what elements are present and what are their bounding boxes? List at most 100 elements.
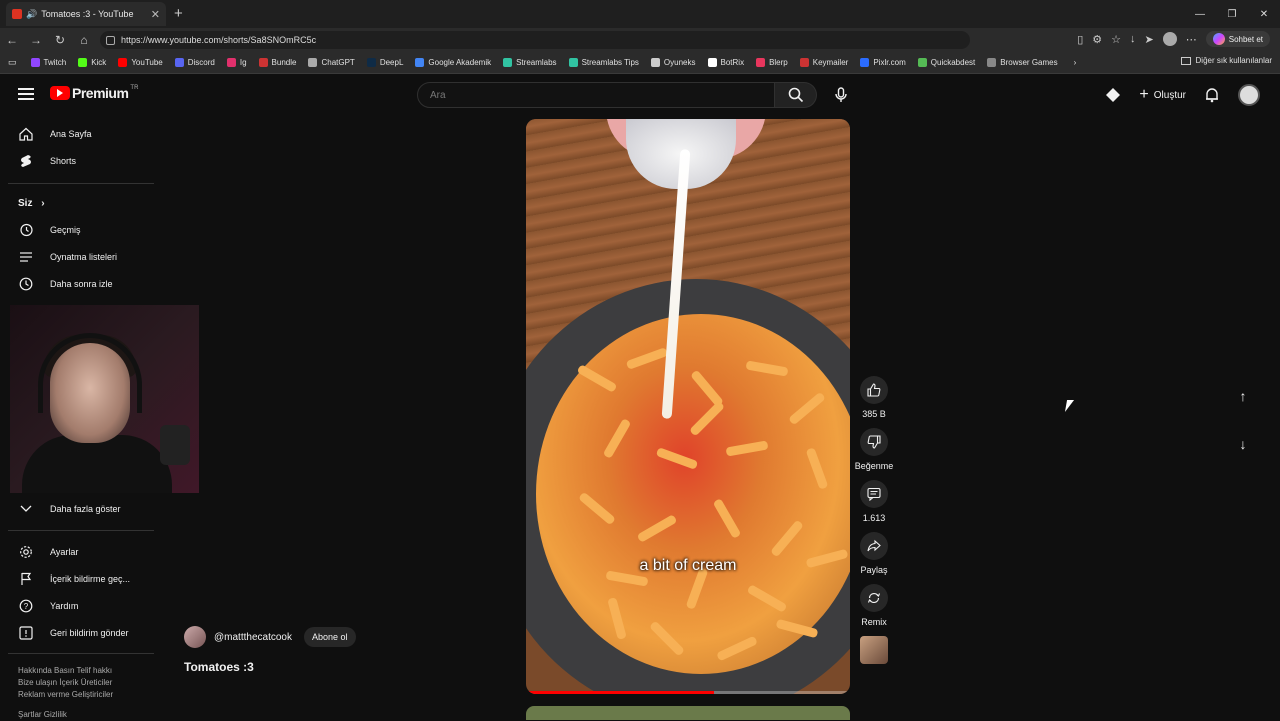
channel-avatar-small[interactable] <box>184 626 206 648</box>
section-title: Siz <box>18 198 33 209</box>
subscribe-button[interactable]: Abone ol <box>303 627 356 647</box>
next-short-arrow-down-icon[interactable]: ↓ <box>1230 431 1256 457</box>
next-short-preview[interactable] <box>526 706 850 720</box>
bookmark-browser-games[interactable]: Browser Games <box>987 58 1058 67</box>
penne-piece <box>607 597 627 640</box>
bookmark-oyuneks[interactable]: Oyuneks <box>650 58 696 67</box>
channel-avatar[interactable] <box>860 636 888 664</box>
footer-line[interactable]: Hakkında Basın Telif hakkı <box>18 665 148 677</box>
sidebar-item-help[interactable]: ? Yardım <box>0 593 160 619</box>
bookmark-botrix[interactable]: BotRix <box>707 58 744 67</box>
browser-tab-bar: 🔊 Tomatoes :3 - YouTube ✕ + — ❐ ✕ <box>0 0 1280 28</box>
reload-icon[interactable]: ↻ <box>48 33 72 47</box>
bookmark-label: DeepL <box>379 58 404 67</box>
folder-icon <box>1180 56 1191 65</box>
minimize-icon[interactable]: — <box>1184 0 1216 28</box>
bookmark-discord[interactable]: Discord <box>174 58 215 67</box>
sidebar-item-shorts[interactable]: Shorts <box>0 148 160 174</box>
plus-icon: + <box>1139 86 1149 103</box>
bookmark-quickabdest[interactable]: Quickabdest <box>917 58 975 67</box>
sidebar-item-history[interactable]: Geçmiş <box>0 217 160 243</box>
bookmark-chatgpt[interactable]: ChatGPT <box>308 58 355 67</box>
more-icon[interactable]: ⋯ <box>1186 33 1197 46</box>
bookmark-streamlabs[interactable]: Streamlabs <box>503 58 557 67</box>
webcam-body <box>22 435 172 493</box>
share-icon[interactable]: ➤ <box>1145 33 1154 46</box>
bookmark-deepl[interactable]: DeepL <box>366 58 404 67</box>
close-tab-icon[interactable]: ✕ <box>151 8 160 21</box>
penne-piece <box>770 519 804 558</box>
voice-search-button[interactable] <box>832 85 850 105</box>
gear-icon <box>18 544 34 560</box>
search-input[interactable]: Ara <box>417 82 775 108</box>
youtube-premium-logo[interactable]: Premium TR <box>50 85 138 101</box>
bookmark-keymailer[interactable]: Keymailer <box>799 58 848 67</box>
extensions-icon[interactable]: ⚙ <box>1092 33 1102 46</box>
bookmark-ig[interactable]: Ig <box>226 58 247 67</box>
notifications-bell-icon[interactable] <box>1204 87 1220 103</box>
penne-piece <box>636 514 678 543</box>
more-bookmarks-chevron-icon[interactable]: › <box>1074 58 1077 67</box>
thumbs-up-icon <box>860 376 888 404</box>
back-icon[interactable]: ← <box>0 33 24 47</box>
sidebar-divider <box>8 653 154 654</box>
new-tab-icon[interactable]: + <box>174 5 183 22</box>
dislike-button[interactable]: Beğenme <box>852 428 896 471</box>
sidebar-item-home[interactable]: Ana Sayfa <box>0 121 160 147</box>
copilot-button[interactable]: Sohbet et <box>1205 31 1270 47</box>
bookmarks-toggle-icon[interactable]: ▭ <box>8 57 17 68</box>
footer-line[interactable]: Reklam verme Geliştiriciler <box>18 689 148 701</box>
bookmark-blerp[interactable]: Blerp <box>756 58 788 67</box>
sidebar-item-report-history[interactable]: İçerik bildirme geç... <box>0 566 160 592</box>
previous-short-arrow-up-icon[interactable]: ↑ <box>1230 383 1256 409</box>
penne-piece <box>625 347 669 370</box>
search-button[interactable] <box>775 82 817 108</box>
bookmark-favicon-icon <box>860 58 870 67</box>
restore-icon[interactable]: ❐ <box>1216 0 1248 28</box>
bookmark-streamlabs-tips[interactable]: Streamlabs Tips <box>568 58 639 67</box>
sidebar-show-more[interactable]: Daha fazla göster <box>0 496 160 522</box>
address-bar[interactable]: https://www.youtube.com/shorts/Sa8SNOmRC… <box>100 31 970 49</box>
comments-button[interactable]: 1.613 <box>852 480 896 523</box>
bookmark-youtube[interactable]: YouTube <box>118 58 163 67</box>
bookmark-label: Streamlabs <box>516 58 557 67</box>
bookmark-google-akademik[interactable]: Google Akademik <box>415 58 491 67</box>
sidebar-item-label: Daha fazla göster <box>50 504 121 514</box>
thumbs-down-icon <box>860 428 888 456</box>
browser-tab[interactable]: 🔊 Tomatoes :3 - YouTube ✕ <box>6 2 166 26</box>
split-screen-icon[interactable]: ▯ <box>1077 33 1083 46</box>
bookmark-pixlr-com[interactable]: Pixlr.com <box>860 58 906 67</box>
remix-button[interactable]: Remix <box>852 584 896 627</box>
forward-icon[interactable]: → <box>24 33 48 47</box>
sidebar-item-feedback[interactable]: Geri bildirim gönder <box>0 620 160 646</box>
footer-line[interactable]: Şartlar Gizlilik <box>18 709 148 721</box>
bookmark-bundle[interactable]: Bundle <box>258 58 296 67</box>
account-avatar[interactable] <box>1238 84 1260 106</box>
channel-handle[interactable]: @mattthecatcook <box>214 632 292 643</box>
close-window-icon[interactable]: ✕ <box>1248 0 1280 28</box>
profile-icon[interactable] <box>1162 32 1177 46</box>
download-icon[interactable]: ↓ <box>1130 33 1136 45</box>
bookmark-label: Ig <box>239 58 247 67</box>
create-button[interactable]: + Oluştur <box>1139 86 1186 104</box>
other-bookmarks-folder[interactable]: Diğer sık kullanılanlar <box>1180 56 1272 65</box>
sidebar-item-watch-later[interactable]: Daha sonra izle <box>0 271 160 297</box>
like-button[interactable]: 385 B <box>852 376 896 419</box>
sidebar-section-you[interactable]: Siz › <box>18 198 45 209</box>
bookmark-favicon-icon <box>415 58 425 67</box>
video-progress-bar[interactable] <box>526 691 850 694</box>
sidebar-footer-links[interactable]: Hakkında Basın Telif hakkı Bize ulaşın İ… <box>18 665 148 721</box>
sidebar-item-playlists[interactable]: Oynatma listeleri <box>0 244 160 270</box>
shorts-create-icon[interactable] <box>1105 87 1121 103</box>
share-button[interactable]: Paylaş <box>852 532 896 575</box>
bookmark-twitch[interactable]: Twitch <box>30 58 66 67</box>
favorites-icon[interactable]: ☆ <box>1111 33 1121 46</box>
menu-icon[interactable] <box>18 88 34 100</box>
shorts-video-player[interactable]: a bit of cream <box>526 119 850 694</box>
bookmark-kick[interactable]: Kick <box>78 58 106 67</box>
footer-line[interactable]: Bize ulaşın İçerik Üreticiler <box>18 677 148 689</box>
home-icon[interactable]: ⌂ <box>72 33 96 47</box>
sidebar-item-settings[interactable]: Ayarlar <box>0 539 160 565</box>
copilot-label: Sohbet et <box>1228 34 1263 44</box>
speaker-icon[interactable]: 🔊 <box>26 9 37 20</box>
